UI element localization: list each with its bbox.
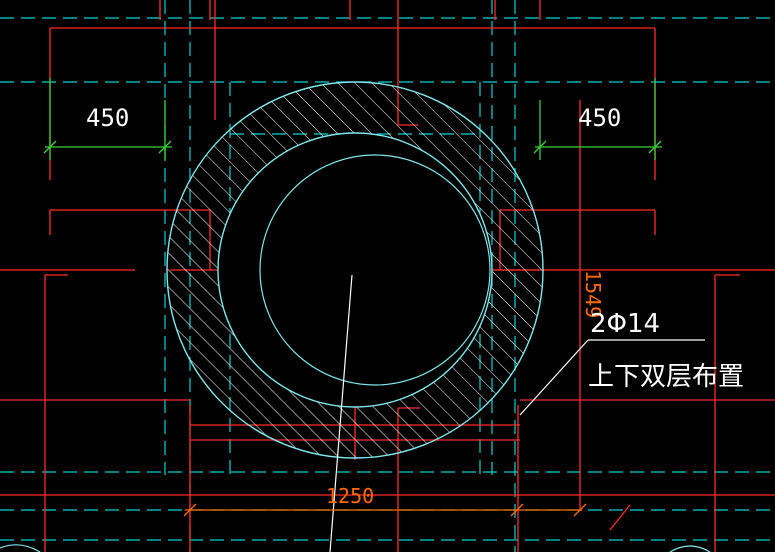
dimension-right-text: 450 [578,104,621,132]
rebar-note-spec: 2Φ14 [590,309,660,339]
dimension-left-text: 450 [86,104,129,132]
dimension-bottom [183,503,587,517]
cad-drawing-canvas: 450 450 1250 1549 2Φ14 上下双层布置 [0,0,775,552]
circular-pipe [166,81,544,459]
rebar-note-placement: 上下双层布置 [588,362,744,392]
dimension-bottom-text: 1250 [326,484,374,508]
corner-arcs [0,544,711,552]
